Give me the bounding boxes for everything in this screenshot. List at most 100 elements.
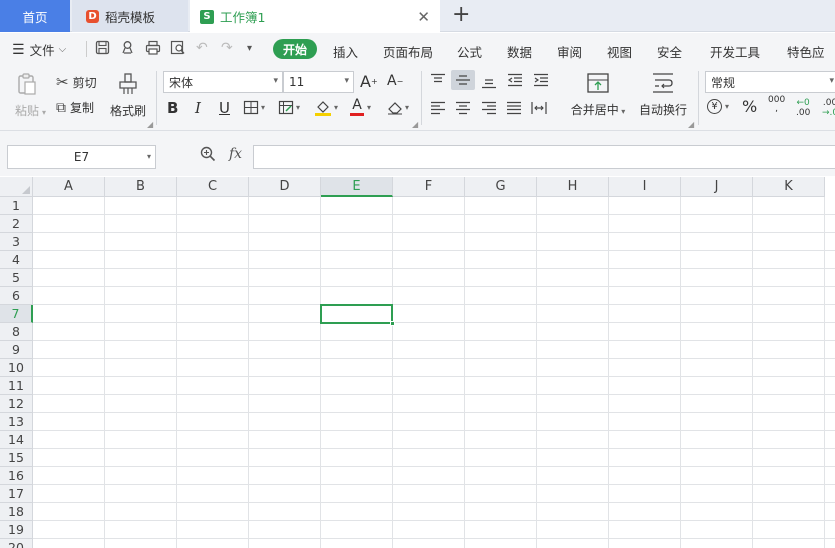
dialog-launcher-icon[interactable]: ◢ [412, 120, 418, 129]
align-right-button[interactable] [481, 101, 497, 115]
underline-button[interactable]: U [219, 99, 230, 117]
row-header[interactable]: 3 [0, 233, 33, 251]
row-header[interactable]: 18 [0, 503, 33, 521]
decrease-decimal-button[interactable]: .00→.0 [822, 98, 835, 118]
chevron-down-icon: ▾ [344, 76, 349, 86]
menu-tab-view[interactable]: 视图 [607, 42, 632, 61]
align-middle-button[interactable] [451, 70, 475, 90]
select-all-button[interactable] [0, 177, 33, 197]
dialog-launcher-icon[interactable]: ◢ [688, 120, 694, 129]
menu-tab-review[interactable]: 审阅 [557, 42, 582, 61]
tab-home[interactable]: 首页 [0, 0, 70, 32]
export-icon[interactable] [120, 40, 135, 59]
selected-cell-e7[interactable] [320, 304, 395, 326]
insert-function-button[interactable]: fx [229, 146, 242, 162]
number-format-select[interactable]: 常规 ▾ [705, 71, 835, 93]
name-box[interactable]: E7 ▾ [7, 145, 156, 169]
cell-area[interactable] [33, 197, 835, 548]
wrap-text-button[interactable]: 自动换行 [637, 72, 689, 118]
row-header[interactable]: 20 [0, 539, 33, 548]
column-header-i[interactable]: I [609, 177, 681, 197]
menu-tab-page-layout[interactable]: 页面布局 [383, 42, 433, 61]
align-bottom-button[interactable] [481, 75, 497, 89]
fill-color-icon [315, 101, 331, 116]
menu-tab-data[interactable]: 数据 [507, 42, 532, 61]
decrease-indent-button[interactable] [507, 73, 523, 87]
save-icon[interactable] [95, 40, 110, 59]
fill-handle[interactable] [390, 321, 395, 326]
row-header-active[interactable]: 7 [0, 305, 33, 323]
copy-button[interactable]: ⧉ 复制 [56, 99, 94, 116]
bold-button[interactable]: B [167, 99, 178, 117]
customize-dropdown-icon[interactable]: ▾ [247, 43, 252, 54]
print-preview-icon[interactable] [170, 40, 186, 59]
file-menu-button[interactable]: ☰ 文件 ⌵ [12, 40, 66, 59]
dialog-launcher-icon[interactable]: ◢ [147, 120, 153, 129]
increase-decimal-button[interactable]: ←0.00 [796, 98, 810, 118]
align-top-button[interactable] [430, 73, 446, 87]
column-header-d[interactable]: D [249, 177, 321, 197]
thousands-separator-button[interactable]: 000, [768, 96, 785, 114]
align-center-button[interactable] [455, 101, 471, 115]
fill-color-button[interactable]: ▾ [314, 99, 338, 116]
row-header[interactable]: 5 [0, 269, 33, 287]
row-header[interactable]: 11 [0, 377, 33, 395]
row-header[interactable]: 1 [0, 197, 33, 215]
redo-icon[interactable]: ↷ [221, 40, 233, 56]
row-header[interactable]: 13 [0, 413, 33, 431]
currency-button[interactable]: ¥ ▾ [707, 99, 729, 114]
menu-tab-security[interactable]: 安全 [657, 42, 682, 61]
menu-tab-insert[interactable]: 插入 [333, 42, 358, 61]
cut-button[interactable]: ✂ 剪切 [56, 73, 97, 91]
new-tab-button[interactable]: + [452, 3, 470, 27]
justify-button[interactable] [506, 101, 522, 115]
cell-style-button[interactable]: ▾ [278, 100, 300, 115]
tab-workbook[interactable]: S 工作簿1 ✕ [190, 0, 440, 33]
row-header[interactable]: 4 [0, 251, 33, 269]
column-header-j[interactable]: J [681, 177, 753, 197]
zoom-search-icon[interactable] [200, 146, 216, 166]
column-header-a[interactable]: A [33, 177, 105, 197]
column-header-e[interactable]: E [321, 177, 393, 197]
increase-font-size-icon[interactable]: A + [360, 72, 378, 91]
column-header-k[interactable]: K [753, 177, 825, 197]
undo-icon[interactable]: ↶ [196, 40, 208, 56]
distributed-align-button[interactable] [531, 101, 547, 115]
tab-template[interactable]: D 稻壳模板 [72, 0, 188, 32]
increase-indent-button[interactable] [533, 73, 549, 87]
menu-tab-formulas[interactable]: 公式 [457, 42, 482, 61]
row-header[interactable]: 6 [0, 287, 33, 305]
paste-button[interactable]: 粘贴 ▾ [10, 72, 46, 119]
row-header[interactable]: 2 [0, 215, 33, 233]
font-name-select[interactable]: 宋体 ▾ [163, 71, 283, 93]
column-header-b[interactable]: B [105, 177, 177, 197]
column-header-f[interactable]: F [393, 177, 465, 197]
row-header[interactable]: 10 [0, 359, 33, 377]
close-icon[interactable]: ✕ [417, 8, 430, 26]
row-header[interactable]: 9 [0, 341, 33, 359]
column-header-g[interactable]: G [465, 177, 537, 197]
row-header[interactable]: 16 [0, 467, 33, 485]
row-header[interactable]: 8 [0, 323, 33, 341]
row-header[interactable]: 17 [0, 485, 33, 503]
font-size-select[interactable]: 11 ▾ [283, 71, 354, 93]
format-painter-button[interactable]: 格式刷 [108, 72, 148, 119]
decrease-font-size-icon[interactable]: A − [387, 73, 403, 89]
align-left-button[interactable] [430, 101, 446, 115]
percent-button[interactable]: % [742, 97, 757, 116]
column-header-c[interactable]: C [177, 177, 249, 197]
menu-tab-developer[interactable]: 开发工具 [710, 42, 760, 61]
menu-tab-home[interactable]: 开始 [273, 39, 317, 59]
row-header[interactable]: 12 [0, 395, 33, 413]
italic-button[interactable]: I [195, 99, 201, 117]
row-header[interactable]: 19 [0, 521, 33, 539]
borders-button[interactable]: ▾ [243, 100, 265, 115]
print-icon[interactable] [145, 40, 161, 59]
column-header-h[interactable]: H [537, 177, 609, 197]
row-header[interactable]: 15 [0, 449, 33, 467]
formula-input[interactable] [253, 145, 835, 169]
row-header[interactable]: 14 [0, 431, 33, 449]
merge-center-button[interactable]: 合并居中 ▾ [566, 72, 630, 118]
font-color-button[interactable]: A ▾ [350, 98, 371, 116]
clear-button[interactable]: ▾ [387, 100, 409, 115]
